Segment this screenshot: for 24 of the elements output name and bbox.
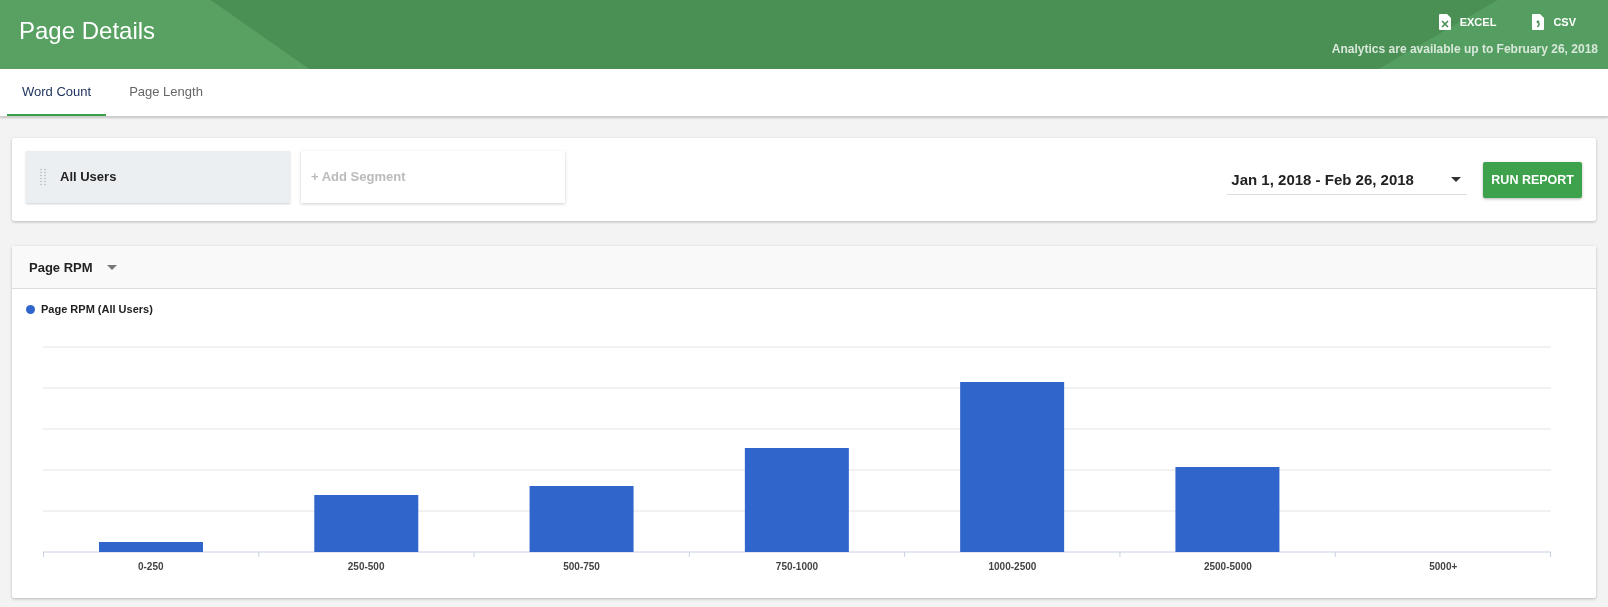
- export-link[interactable]: CSV: [1532, 14, 1576, 30]
- date-range-dropdown[interactable]: Jan 1, 2018 - Feb 26, 2018: [1227, 164, 1468, 195]
- axis-label: 500-750: [563, 561, 600, 572]
- page-title: Page Details: [19, 17, 156, 45]
- legend-label: Page RPM (All Users): [41, 303, 153, 315]
- file-icon: [1532, 14, 1545, 30]
- tab[interactable]: Word Count: [7, 69, 107, 116]
- axis-label: 2500-5000: [1203, 561, 1252, 572]
- axis-label: 750-1000: [775, 561, 819, 572]
- run-report-button[interactable]: RUN REPORT: [1483, 161, 1582, 198]
- segment-chip[interactable]: All Users: [26, 150, 290, 203]
- axis-label: 0-250: [137, 561, 164, 572]
- axis-label: 1000-2500: [988, 561, 1037, 572]
- dropdown-caret-icon: [1451, 176, 1462, 182]
- dropdown-caret-icon: [106, 264, 117, 270]
- export-link[interactable]: EXCEL: [1438, 14, 1497, 30]
- analytics-note: Analytics are available up to February 26, 2018: [1331, 42, 1598, 56]
- metric-dropdown[interactable]: Page RPM: [29, 259, 117, 275]
- drag-handle-icon: [40, 167, 46, 186]
- tab[interactable]: Page Length: [114, 69, 218, 116]
- axis-label: 5000+: [1429, 561, 1458, 572]
- spreadsheet-file-icon: [1438, 14, 1451, 30]
- legend-dot: [26, 304, 35, 314]
- axis-label: 250-500: [347, 561, 385, 572]
